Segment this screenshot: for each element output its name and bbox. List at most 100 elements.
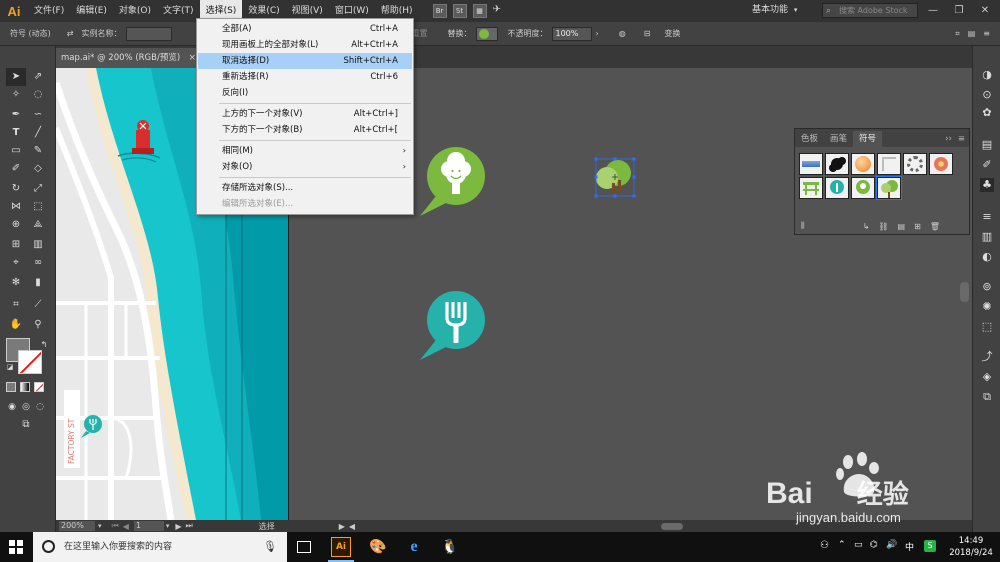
status-arrow-left-icon[interactable]: ◀ — [349, 522, 355, 531]
delete-symbol-icon[interactable]: 🗑 — [930, 222, 940, 231]
magic-wand-icon[interactable]: ✧ — [6, 86, 26, 104]
panel-options-icon[interactable]: ≡ — [954, 131, 969, 147]
draw-inside-icon[interactable]: ◌ — [30, 398, 50, 416]
zoom-icon[interactable]: ⚲ — [28, 316, 48, 334]
opacity-input[interactable]: 100% — [551, 26, 592, 41]
none-mode-icon[interactable] — [34, 382, 44, 392]
menu-item-same[interactable]: 相同(M) › — [198, 143, 412, 159]
symbol-swatch[interactable] — [929, 153, 953, 175]
layers-icon[interactable]: ◈ — [980, 370, 994, 384]
close-icon[interactable]: ✕ — [974, 0, 996, 22]
graphic-styles-icon[interactable]: ✺ — [980, 300, 994, 314]
menu-item-deselect[interactable]: 取消选择(D) Shift+Ctrl+A — [198, 53, 412, 69]
rectangle-icon[interactable]: ▭ — [6, 142, 26, 160]
taskbar-paint-icon[interactable]: 🎨 — [368, 537, 388, 557]
network-icon[interactable]: ⌬ — [870, 540, 878, 550]
pen-icon[interactable]: ✒ — [6, 106, 26, 124]
lasso-icon[interactable]: ◌ — [28, 86, 48, 104]
swatches-icon[interactable]: ▤ — [980, 138, 994, 152]
ime-icon[interactable]: 中 — [905, 540, 914, 553]
taskbar-edge-icon[interactable]: e — [404, 537, 424, 557]
arrange-documents-icon[interactable]: ▦ — [472, 4, 487, 18]
brushes-icon[interactable]: ✐ — [980, 158, 994, 172]
menu-item-select-all[interactable]: 全部(A) Ctrl+A — [198, 21, 412, 37]
type-icon[interactable]: T — [6, 124, 26, 142]
recolor-icon[interactable]: ◍ — [615, 29, 630, 38]
free-transform-icon[interactable]: ⬚ — [28, 198, 48, 216]
curvature-icon[interactable]: ∽ — [28, 106, 48, 124]
selection-arrow-icon[interactable]: ➤ — [6, 68, 26, 86]
shape-builder-icon[interactable]: ⊕ — [6, 216, 26, 234]
first-artboard-icon[interactable]: ⏮ — [112, 521, 119, 531]
menu-item-next-object-below[interactable]: 下方的下一个对象(B) Alt+Ctrl+[ — [198, 122, 412, 138]
perspective-icon[interactable]: ⟁ — [28, 216, 48, 234]
artboard-icon[interactable]: ⌗ — [6, 296, 26, 314]
mesh-icon[interactable]: ⊞ — [6, 236, 26, 254]
symbol-library-icon[interactable]: ⫼ — [801, 221, 805, 231]
symbol-swatch[interactable] — [851, 177, 875, 199]
taskbar-clock[interactable]: 14:49 2018/9/24 — [944, 535, 998, 559]
swap-fill-stroke-icon[interactable]: ↰ — [34, 336, 54, 354]
gradient-panel-icon[interactable]: ▥ — [980, 230, 994, 244]
symbols-icon[interactable]: ♣ — [980, 178, 994, 192]
menu-object[interactable]: 对象(O) — [113, 0, 157, 22]
symbol-swatch[interactable] — [799, 177, 823, 199]
windows-start-icon[interactable] — [9, 540, 23, 554]
color-mode-icon[interactable] — [6, 382, 16, 392]
symbol-swatch[interactable] — [825, 177, 849, 199]
document-setup-icon[interactable]: ▤ — [964, 29, 980, 38]
wps-tray-icon[interactable]: S — [924, 540, 936, 552]
new-symbol-icon[interactable]: ⊞ — [914, 222, 921, 231]
menu-item-reselect[interactable]: 重新选择(R) Ctrl+6 — [198, 69, 412, 85]
break-link-icon[interactable]: ⛓ — [878, 222, 888, 231]
menu-item-inverse[interactable]: 反向(I) — [198, 85, 412, 101]
replace-symbol-picker[interactable] — [475, 26, 498, 41]
appearance-icon[interactable]: ⊚ — [980, 280, 994, 294]
minimize-icon[interactable]: — — [922, 0, 944, 22]
slice-icon[interactable]: ⟋ — [28, 296, 48, 314]
symbol-swatch[interactable] — [799, 153, 823, 175]
menu-item-next-object-above[interactable]: 上方的下一个对象(V) Alt+Ctrl+] — [198, 106, 412, 122]
taskbar-qq-icon[interactable]: 🐧 — [440, 537, 460, 557]
instance-name-input[interactable] — [125, 26, 172, 41]
paintbrush-icon[interactable]: ✎ — [28, 142, 48, 160]
horizontal-scrollbar[interactable] — [661, 522, 684, 530]
close-tab-icon[interactable]: × — [188, 48, 196, 68]
gradient-icon[interactable]: ▥ — [28, 236, 48, 254]
last-artboard-icon[interactable]: ⏭ — [186, 521, 193, 531]
width-icon[interactable]: ⋈ — [6, 198, 26, 216]
volume-icon[interactable]: 🔊 — [886, 540, 897, 550]
libraries-icon[interactable]: ✿ — [980, 106, 994, 120]
menu-item-object[interactable]: 对象(O) › — [198, 159, 412, 175]
document-tab[interactable]: map.ai* @ 200% (RGB/预览) × — [56, 48, 200, 68]
collapse-panel-icon[interactable]: ›› — [943, 131, 954, 147]
chevron-down-icon[interactable]: ▾ — [98, 522, 102, 530]
color-guide-icon[interactable]: ⊙ — [980, 88, 994, 102]
gradient-mode-icon[interactable] — [20, 382, 30, 392]
symbol-options-icon[interactable]: ▤ — [898, 222, 906, 231]
people-icon[interactable]: ⚇ — [820, 540, 829, 551]
place-symbol-icon[interactable]: ↳ — [863, 222, 870, 231]
microphone-icon[interactable]: 🎙 — [263, 532, 277, 562]
panel-menu-icon[interactable]: ≡ — [979, 29, 994, 38]
symbol-swatch[interactable] — [876, 176, 902, 200]
eraser-icon[interactable]: ◇ — [28, 160, 48, 178]
default-colors-icon[interactable]: ◪ — [0, 358, 20, 376]
menu-type[interactable]: 文字(T) — [157, 0, 200, 22]
tab-brushes[interactable]: 画笔 — [824, 131, 853, 147]
workspace-switcher[interactable]: 基本功能 ▾ — [752, 2, 816, 18]
symbol-sprayer-icon[interactable]: ✻ — [6, 274, 26, 292]
export-icon[interactable]: ⤴ — [980, 350, 994, 364]
battery-icon[interactable]: ▭ — [854, 540, 863, 550]
tray-chevron-icon[interactable]: ⌃ — [838, 540, 846, 550]
tab-swatches[interactable]: 色板 — [795, 131, 824, 147]
image-trace-icon[interactable]: ⬚ — [980, 320, 994, 334]
screen-mode-icon[interactable]: ⧉ — [16, 416, 36, 434]
menu-item-select-all-artboard[interactable]: 现用画板上的全部对象(L) Alt+Ctrl+A — [198, 37, 412, 53]
stock-icon[interactable]: St — [452, 4, 467, 18]
rotate-icon[interactable]: ↻ — [6, 180, 26, 198]
artboard-number[interactable]: 1 — [133, 521, 164, 531]
line-icon[interactable]: ╱ — [28, 124, 48, 142]
tree-marker-icon[interactable] — [418, 146, 488, 216]
symbol-swatch[interactable] — [825, 153, 849, 175]
